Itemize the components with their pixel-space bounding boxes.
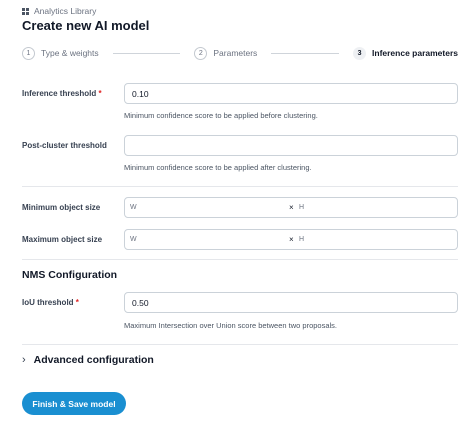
step-type-weights[interactable]: 1 Type & weights: [22, 46, 99, 60]
divider: [22, 186, 458, 187]
inference-threshold-row: Inference threshold * 0.10 Minimum confi…: [22, 83, 458, 123]
inference-threshold-input[interactable]: 0.10: [124, 83, 458, 104]
iou-threshold-input[interactable]: 0.50: [124, 292, 458, 313]
step-connector: [112, 52, 181, 54]
step-label: Parameters: [213, 48, 258, 58]
step-label: Inference parameters: [372, 48, 459, 58]
advanced-configuration-label: Advanced configuration: [33, 354, 154, 366]
finish-save-button[interactable]: Finish & Save model: [22, 392, 126, 415]
step-inference-parameters[interactable]: 3 Inference parameters: [353, 46, 459, 60]
stepper: 1 Type & weights 2 Parameters 3 Inferenc…: [22, 45, 458, 61]
times-separator: ×: [289, 235, 294, 244]
step-parameters[interactable]: 2 Parameters: [194, 46, 258, 60]
max-object-size-input[interactable]: W × H: [124, 229, 458, 250]
min-object-size-row: Minimum object size W × H: [22, 197, 458, 218]
min-object-size-label: Minimum object size: [22, 203, 101, 212]
required-marker: *: [75, 298, 79, 307]
min-object-size-input[interactable]: W × H: [124, 197, 458, 218]
inference-threshold-hint: Minimum confidence score to be applied b…: [124, 111, 318, 120]
post-cluster-threshold-row: Post-cluster threshold Minimum confidenc…: [22, 135, 458, 175]
height-field[interactable]: H: [299, 236, 304, 243]
step-connector: [271, 52, 340, 54]
width-field[interactable]: W: [130, 204, 137, 211]
grid-icon: [22, 7, 29, 15]
height-field[interactable]: H: [299, 204, 304, 211]
step-number: 2: [194, 46, 208, 60]
max-object-size-row: Maximum object size W × H: [22, 229, 458, 250]
chevron-right-icon: ›: [22, 354, 26, 366]
divider: [22, 259, 458, 260]
inference-threshold-label: Inference threshold *: [22, 89, 102, 98]
post-cluster-threshold-input[interactable]: [124, 135, 458, 156]
page-title: Create new AI model: [22, 18, 150, 33]
iou-threshold-row: IoU threshold * 0.50 Maximum Intersectio…: [22, 292, 458, 332]
breadcrumb[interactable]: Analytics Library: [22, 6, 96, 16]
breadcrumb-label[interactable]: Analytics Library: [34, 6, 96, 16]
max-object-size-label: Maximum object size: [22, 235, 103, 244]
times-separator: ×: [289, 203, 294, 212]
post-cluster-threshold-hint: Minimum confidence score to be applied a…: [124, 163, 312, 172]
step-number: 3: [353, 46, 367, 60]
post-cluster-threshold-label: Post-cluster threshold: [22, 141, 107, 150]
iou-threshold-hint: Maximum Intersection over Union score be…: [124, 321, 338, 330]
advanced-configuration-toggle[interactable]: › Advanced configuration: [22, 354, 154, 366]
divider: [22, 344, 458, 345]
iou-threshold-label: IoU threshold *: [22, 298, 79, 307]
step-number: 1: [22, 46, 35, 60]
width-field[interactable]: W: [130, 236, 137, 243]
nms-section-title: NMS Configuration: [22, 269, 118, 281]
required-marker: *: [98, 89, 102, 98]
step-label: Type & weights: [41, 48, 99, 58]
